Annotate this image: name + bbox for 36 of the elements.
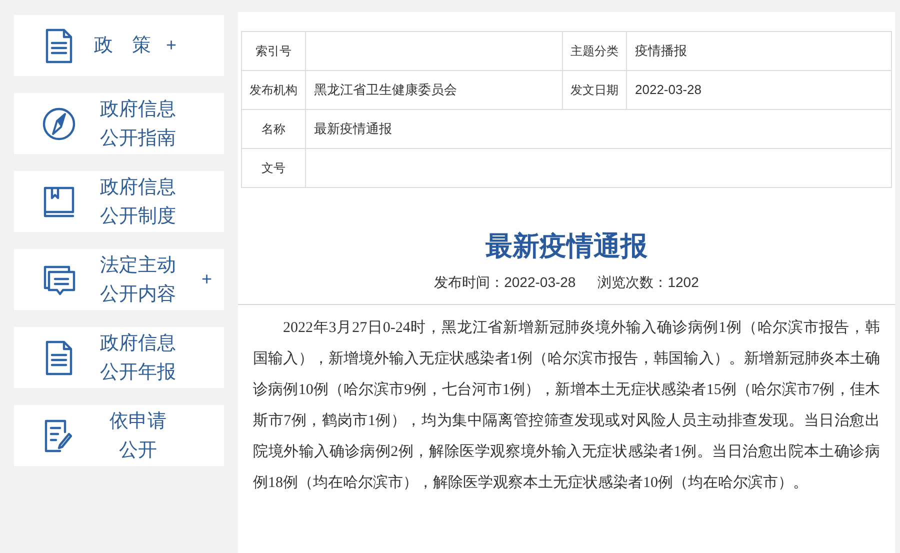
- sidebar-label: 依申请: [110, 410, 166, 434]
- view-count: 浏览次数：1202: [598, 273, 699, 292]
- field-label: 名称: [262, 122, 286, 136]
- sidebar-item[interactable]: 政府信息 公开年报: [14, 327, 224, 388]
- sidebar-label: 公开内容: [100, 282, 176, 306]
- sidebar-label: 公开: [119, 438, 157, 462]
- expand-toggle[interactable]: +: [166, 32, 177, 59]
- sidebar-label: 政府信息: [100, 176, 176, 200]
- expand-toggle[interactable]: +: [201, 266, 212, 293]
- field-value: 黑龙江省卫生健康委员会: [314, 82, 457, 98]
- compass-icon: [41, 106, 77, 142]
- field-label: 索引号: [256, 44, 292, 58]
- article-body: 2022年3月27日0-24时，黑龙江省新增新冠肺炎境外输入确诊病例1例（哈尔滨市报告，韩国输入），新增境外输入无症状感染者1例（哈尔滨市报告，韩国输入）。新增新冠肺炎本土确诊病例10例（哈尔滨市9例，七台河市1例），新增本土无症状感染者15例（哈尔滨市7例，佳木斯市7例，鹤岗市1例），均为集中隔离管控筛查发现或对风险人员主动排查发现。当日治愈出院境外输入确诊病例2例，解除医学观察境外输入无症状感染者1例。当日治愈出院本土确诊病例18例（均在哈尔滨市），解除医学观察本土无症状感染者10例（均在哈尔滨市）。: [252, 318, 881, 493]
- field-value: 最新疫情通报: [314, 121, 392, 136]
- sidebar-item[interactable]: 政府信息 公开制度: [14, 171, 224, 232]
- field-value: 疫情播报: [635, 43, 687, 58]
- sidebar-label: 公开指南: [100, 126, 176, 150]
- document-icon: [44, 28, 74, 64]
- sidebar-item[interactable]: 政策+: [14, 15, 224, 76]
- sidebar-label: 公开制度: [100, 204, 176, 228]
- sidebar-label: 政府信息: [100, 332, 176, 356]
- field-label: 发布机构: [250, 83, 298, 97]
- field-label: 主题分类: [570, 44, 618, 58]
- sidebar-item[interactable]: 政府信息 公开指南: [14, 93, 224, 154]
- field-label: 发文日期: [570, 83, 618, 97]
- field-label: 文号: [262, 161, 286, 175]
- publish-date: 发布时间：2022-03-28: [434, 273, 576, 292]
- article-title: 最新疫情通报: [484, 230, 648, 263]
- sidebar-item[interactable]: 依申请 公开: [14, 405, 224, 466]
- sidebar-item[interactable]: 法定主动 公开内容 +: [14, 249, 224, 310]
- sidebar-label: 公开年报: [100, 360, 176, 384]
- sidebar-label: 政府信息: [100, 98, 176, 122]
- edit-icon: [43, 418, 75, 454]
- field-value: 2022-03-28: [635, 82, 702, 98]
- sidebar-label: 法定主动: [100, 254, 176, 278]
- document-icon: [44, 340, 74, 376]
